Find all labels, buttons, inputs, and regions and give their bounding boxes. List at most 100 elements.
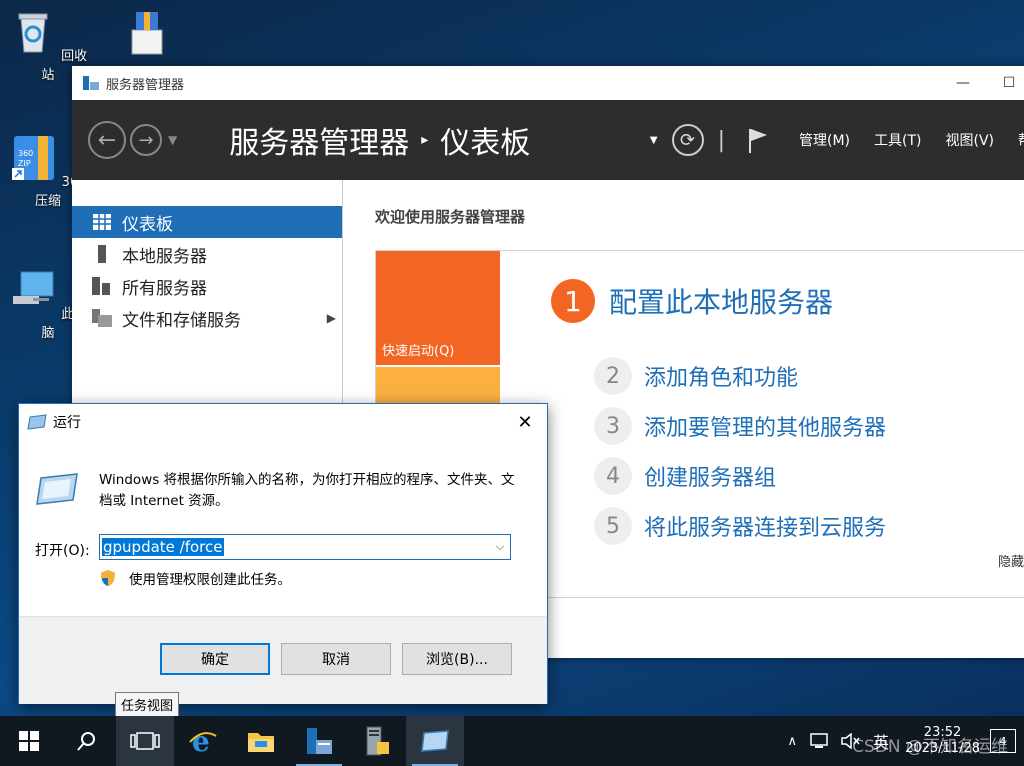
step-create-server-group[interactable]: 4 创建服务器组: [594, 457, 776, 495]
step-text: 配置此本地服务器: [609, 286, 834, 319]
run-description: Windows 将根据你所输入的名称，为你打开相应的程序、文件夹、文档或 Int…: [99, 472, 515, 509]
step-text: 创建服务器组: [644, 466, 777, 491]
server-manager-titlebar[interactable]: 服务器管理器 — ☐: [72, 66, 1024, 100]
server-manager-icon: [83, 76, 99, 90]
quick-start-tile[interactable]: 快速启动(Q): [376, 251, 500, 365]
maximize-button[interactable]: ☐: [986, 66, 1024, 100]
server-icon: [92, 245, 112, 263]
sidebar-item-file-storage[interactable]: 文件和存储服务 ▶: [72, 302, 342, 334]
dropdown-icon[interactable]: ▼: [650, 135, 658, 146]
network-icon[interactable]: [809, 733, 829, 749]
sidebar-item-local-server[interactable]: 本地服务器: [72, 238, 342, 270]
folder-icon: [248, 733, 274, 752]
servers-icon: [92, 277, 112, 295]
hide-link[interactable]: 隐藏: [998, 551, 1024, 570]
run-icon: [421, 730, 449, 752]
step-configure-local-server[interactable]: 1 配置此本地服务器: [551, 279, 833, 323]
sidebar-item-label: 所有服务器: [122, 278, 207, 299]
step-connect-cloud[interactable]: 5 将此服务器连接到云服务: [594, 507, 886, 545]
taskbar-file-explorer[interactable]: [232, 716, 290, 766]
arrow-left-icon: ←: [97, 127, 117, 153]
open-command-input[interactable]: gpupdate /force ⌵: [99, 534, 511, 560]
run-program-icon: [36, 473, 78, 505]
quick-start-label: 快速启动(Q): [382, 344, 455, 359]
cancel-button[interactable]: 取消: [281, 643, 391, 675]
show-hidden-icons-icon[interactable]: ∧: [788, 734, 798, 749]
step-number: 2: [594, 357, 632, 395]
server-manager-header: ← → ▼ 服务器管理器 ▸ 仪表板 ▼ ⟳ | 管理(M) 工具(T) 视图(…: [72, 100, 1024, 180]
close-icon: ✕: [517, 411, 533, 433]
svg-text:e: e: [192, 726, 210, 756]
run-dialog-title: 运行: [53, 415, 81, 431]
back-button[interactable]: ←: [88, 121, 126, 159]
search-button[interactable]: [58, 716, 116, 766]
divider: |: [717, 127, 725, 153]
menu-tools[interactable]: 工具(T): [874, 130, 921, 150]
step-text: 将此服务器连接到云服务: [644, 516, 887, 541]
refresh-icon: ⟳: [680, 129, 696, 151]
refresh-button[interactable]: ⟳: [671, 124, 704, 156]
server-tower-icon: [366, 726, 389, 756]
package-icon: [131, 12, 163, 55]
dashboard-icon: [92, 213, 112, 231]
internet-explorer-icon: e: [189, 726, 217, 756]
svg-text:360: 360: [18, 149, 33, 158]
menu-view[interactable]: 视图(V): [945, 130, 994, 150]
breadcrumb-root[interactable]: 服务器管理器: [229, 118, 409, 162]
step-number: 5: [594, 507, 632, 545]
history-dropdown-icon[interactable]: ▼: [168, 133, 177, 147]
windows-logo-icon: [19, 731, 39, 751]
window-title: 服务器管理器: [106, 77, 185, 93]
close-button[interactable]: ✕: [503, 404, 547, 440]
svg-text:ZIP: ZIP: [18, 159, 31, 168]
admin-note: 使用管理权限创建此任务。: [99, 568, 291, 588]
run-dialog-titlebar[interactable]: 运行 ✕: [19, 404, 547, 440]
taskbar-internet-explorer[interactable]: e: [174, 716, 232, 766]
step-number: 1: [551, 279, 595, 323]
taskbar-server-manager[interactable]: [290, 716, 348, 766]
taskbar-server-tool[interactable]: [348, 716, 406, 766]
task-view-button[interactable]: [116, 716, 174, 766]
sidebar-item-dashboard[interactable]: 仪表板: [72, 206, 342, 238]
task-view-tooltip: 任务视图: [115, 692, 180, 717]
breadcrumb-current: 仪表板: [440, 126, 531, 161]
chevron-down-icon[interactable]: ⌵: [490, 540, 510, 554]
breadcrumb-separator-icon: ▸: [421, 132, 429, 148]
admin-note-text: 使用管理权限创建此任务。: [129, 572, 291, 588]
computer-icon: [12, 271, 54, 304]
browse-button[interactable]: 浏览(B)...: [402, 643, 512, 675]
breadcrumb: 服务器管理器 ▸ 仪表板: [229, 118, 530, 162]
task-view-icon: [130, 732, 160, 750]
run-icon: [27, 414, 47, 430]
step-add-servers[interactable]: 3 添加要管理的其他服务器: [594, 407, 886, 445]
recycle-bin-icon: [18, 13, 48, 53]
step-text: 添加角色和功能: [644, 366, 799, 391]
server-manager-icon: [307, 728, 332, 754]
sidebar-item-label: 本地服务器: [122, 246, 207, 267]
menu-manage[interactable]: 管理(M): [799, 130, 850, 150]
sidebar-item-label: 仪表板: [122, 214, 173, 235]
step-add-roles[interactable]: 2 添加角色和功能: [594, 357, 798, 395]
run-dialog: 运行 ✕ Windows 将根据你所输入的名称，为你打开相应的程序、文件夹、文档…: [18, 403, 548, 704]
taskbar-run[interactable]: [406, 716, 464, 766]
open-label: 打开(O):: [35, 543, 90, 559]
start-button[interactable]: [0, 716, 58, 766]
desktop-icon-package[interactable]: [106, 8, 186, 64]
step-number: 3: [594, 407, 632, 445]
watermark: CSDN @不知名运维: [852, 737, 1008, 757]
uac-shield-icon: [101, 570, 115, 586]
ok-button[interactable]: 确定: [160, 643, 270, 675]
welcome-heading: 欢迎使用服务器管理器: [375, 208, 526, 226]
step-number: 4: [594, 457, 632, 495]
notifications-flag-icon[interactable]: [747, 127, 769, 153]
open-command-value: gpupdate /force: [102, 538, 224, 556]
forward-button[interactable]: →: [130, 124, 162, 156]
minimize-button[interactable]: —: [940, 66, 986, 100]
sidebar-item-all-servers[interactable]: 所有服务器: [72, 270, 342, 302]
step-text: 添加要管理的其他服务器: [644, 416, 887, 441]
arrow-right-icon: →: [138, 129, 154, 151]
storage-icon: [92, 309, 112, 327]
menu-help[interactable]: 帮: [1018, 130, 1024, 150]
zip-archive-icon: 360 ZIP: [11, 136, 54, 180]
expand-arrow-icon[interactable]: ▶: [327, 311, 336, 325]
